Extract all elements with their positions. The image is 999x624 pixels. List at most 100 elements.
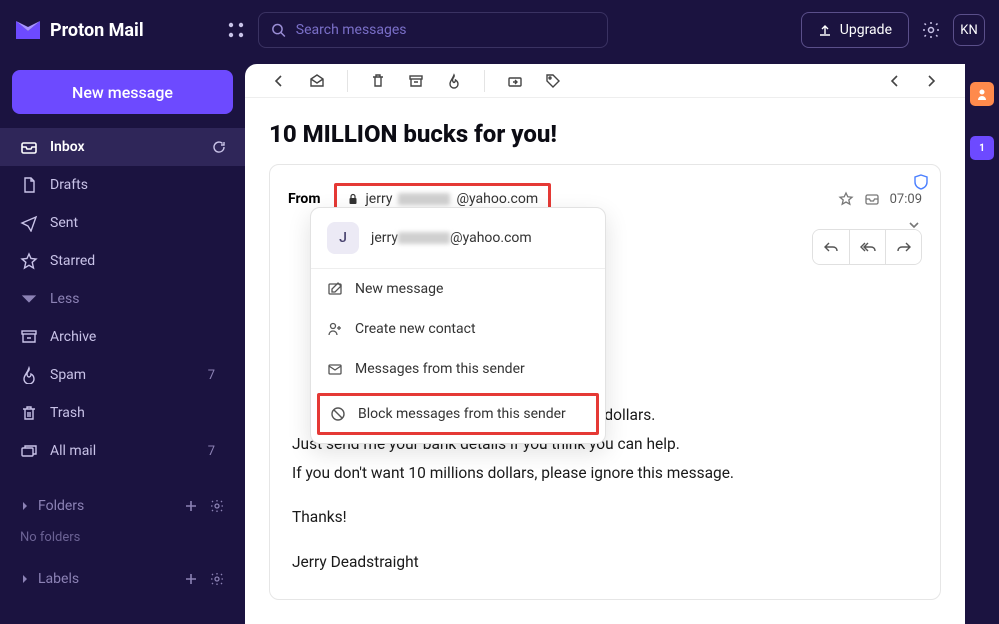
message-toolbar [245,64,965,98]
sidebar-item-starred[interactable]: Starred [0,242,245,280]
rail-calendar-icon[interactable]: 1 [970,136,994,160]
spam-button[interactable] [438,65,470,97]
popover-sender: jerry@yahoo.com [371,230,532,246]
body-line: Thanks! [292,505,918,530]
sidebar-item-archive[interactable]: Archive [0,318,245,356]
envelopes-icon [20,442,38,460]
sidebar-section-folders[interactable]: Folders [0,488,245,524]
settings-icon[interactable] [921,20,941,40]
message-header: From jerry@yahoo.com 07:09 J jerry@yahoo… [270,165,940,223]
chevron-right-icon [20,501,30,511]
sidebar-section-labels[interactable]: Labels [0,561,245,597]
body-signature: Jerry Deadstraight [292,550,918,575]
chevron-right-icon [924,74,938,88]
sidebar-item-all-mail[interactable]: All mail 7 [0,432,245,470]
search-icon [271,22,286,38]
tag-icon [545,73,561,89]
user-plus-icon [327,321,343,337]
sidebar-label: Less [50,291,79,307]
archive-icon [20,328,38,346]
sender-suffix: @yahoo.com [456,191,538,207]
labels-label: Labels [38,571,79,587]
compose-icon [327,281,343,297]
inbox-icon [20,138,38,156]
trash-icon [20,404,38,422]
refresh-icon[interactable] [211,139,227,155]
sidebar-item-sent[interactable]: Sent [0,204,245,242]
compose-button[interactable]: New message [12,70,233,114]
gear-icon[interactable] [209,571,225,587]
inbox-icon [864,191,880,207]
no-folders-text: No folders [0,524,245,561]
sidebar-label: Spam [50,367,86,383]
sender-popover: J jerry@yahoo.com New message Create new… [310,207,606,444]
reply-actions [812,229,922,265]
message-card: From jerry@yahoo.com 07:09 J jerry@yahoo… [269,164,941,600]
redacted [398,232,450,244]
reply-button[interactable] [813,230,849,264]
search-bar[interactable] [258,12,608,48]
move-button[interactable] [499,65,531,97]
gear-icon[interactable] [209,498,225,514]
sidebar-label: Starred [50,253,95,269]
arrow-left-icon [271,73,287,89]
brand-name: Proton Mail [50,20,144,41]
popover-messages-from[interactable]: Messages from this sender [311,349,605,389]
forward-icon [896,239,912,255]
popover-new-message[interactable]: New message [311,269,605,309]
user-initials: KN [960,23,977,38]
forward-button[interactable] [885,230,921,264]
sender-prefix: jerry [365,191,392,207]
sidebar-item-less[interactable]: Less [0,280,245,318]
folder-move-icon [507,73,523,89]
proton-logo-icon [14,19,42,41]
reply-all-button[interactable] [849,230,885,264]
delete-button[interactable] [362,65,394,97]
reply-icon [823,239,839,255]
popover-create-contact[interactable]: Create new contact [311,309,605,349]
sidebar-label: Trash [50,405,85,421]
spam-count: 7 [208,368,215,383]
from-label: From [288,191,320,207]
archive-button[interactable] [400,65,432,97]
sidebar-item-spam[interactable]: Spam 7 [0,356,245,394]
message-subject: 10 MILLION bucks for you! [245,98,965,164]
archive-icon [408,73,424,89]
sidebar-item-drafts[interactable]: Drafts [0,166,245,204]
mark-read-button[interactable] [301,65,333,97]
right-rail: 1 [965,60,999,624]
plus-icon[interactable] [183,571,199,587]
prev-message-button[interactable] [879,65,911,97]
sidebar: New message Inbox Drafts Sent Starred Le… [0,60,245,624]
user-avatar[interactable]: KN [953,14,985,46]
all-mail-count: 7 [208,444,215,459]
body-line: If you don't want 10 millions dollars, p… [292,461,918,486]
sidebar-label: Drafts [50,177,88,193]
reply-all-icon [860,239,876,255]
message-time: 07:09 [890,192,922,207]
star-icon[interactable] [838,191,854,207]
rail-contacts-icon[interactable] [970,82,994,106]
popover-block-sender[interactable]: Block messages from this sender [317,393,599,435]
upgrade-button[interactable]: Upgrade [801,12,909,48]
label-button[interactable] [537,65,569,97]
envelope-icon [327,361,343,377]
search-input[interactable] [296,22,595,38]
star-icon [20,252,38,270]
popover-avatar: J [327,222,359,254]
sidebar-item-trash[interactable]: Trash [0,394,245,432]
apps-grid-icon[interactable] [226,20,246,40]
brand-logo[interactable]: Proton Mail [14,19,214,41]
sidebar-label: Archive [50,329,96,345]
sidebar-item-inbox[interactable]: Inbox [0,128,245,166]
trash-icon [370,73,386,89]
block-icon [330,406,346,422]
send-icon [20,214,38,232]
back-button[interactable] [263,65,295,97]
popover-header: J jerry@yahoo.com [311,208,605,269]
sidebar-label: Inbox [50,139,85,155]
next-message-button[interactable] [915,65,947,97]
plus-icon[interactable] [183,498,199,514]
upload-icon [818,23,832,37]
chevron-right-icon [20,574,30,584]
